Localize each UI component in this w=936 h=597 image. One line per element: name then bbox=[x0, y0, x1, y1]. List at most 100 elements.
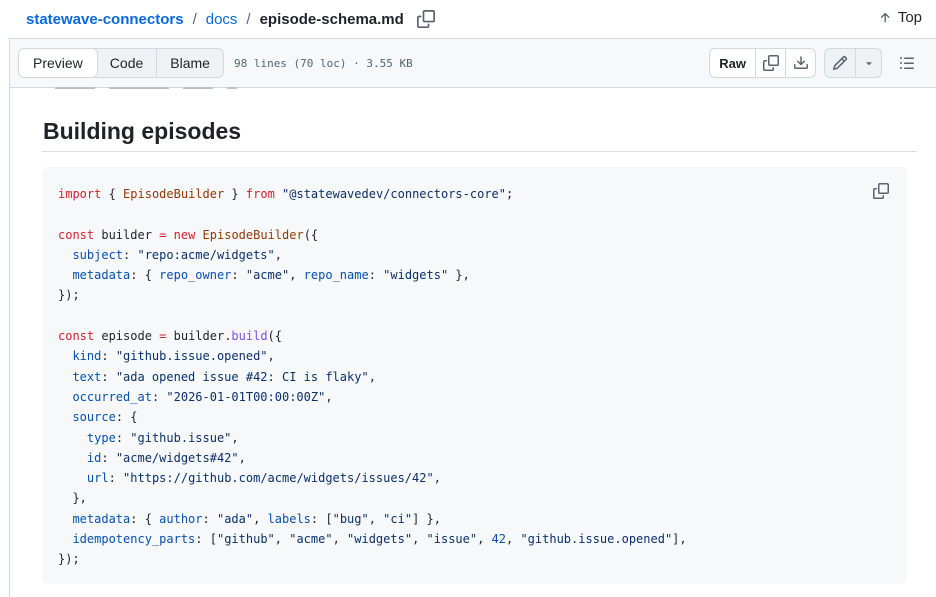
copy-path-button[interactable] bbox=[416, 9, 436, 29]
breadcrumb-separator: / bbox=[246, 10, 251, 28]
code-token: : bbox=[108, 471, 124, 486]
code-token: : bbox=[231, 268, 246, 283]
code-token: "2026-01-01T00:00:00Z" bbox=[166, 389, 326, 404]
code-token: occurred_at bbox=[72, 389, 152, 404]
code-line: import { EpisodeBuilder } from "@statewa… bbox=[58, 184, 687, 204]
file-toolbar: Preview Code Blame 98 lines (70 loc) · 3… bbox=[9, 38, 936, 88]
copy-code-button[interactable] bbox=[873, 183, 891, 201]
code-token: , bbox=[325, 389, 333, 404]
tab-preview[interactable]: Preview bbox=[18, 49, 98, 77]
code-token: , bbox=[433, 471, 441, 486]
code-token: "widgets" bbox=[347, 532, 413, 547]
code-token: }); bbox=[58, 288, 80, 303]
breadcrumb: statewave-connectors / docs / episode-sc… bbox=[0, 0, 936, 38]
code-token: id bbox=[86, 450, 102, 465]
code-token: build bbox=[231, 329, 268, 344]
code-token: : { bbox=[130, 511, 160, 526]
raw-button[interactable]: Raw bbox=[710, 49, 755, 77]
breadcrumb-file-name: episode-schema.md bbox=[259, 10, 404, 28]
clipped-previous-line bbox=[55, 87, 355, 91]
code-token: , bbox=[231, 430, 239, 445]
code-token: : bbox=[101, 450, 116, 465]
code-token: "@statewavedev/connectors-core" bbox=[282, 187, 506, 201]
code-line: }, bbox=[58, 488, 687, 508]
tab-code[interactable]: Code bbox=[97, 49, 158, 77]
code-token: const bbox=[58, 227, 95, 242]
code-token: : [ bbox=[310, 511, 333, 526]
code-token: ; bbox=[506, 187, 514, 201]
code-token: metadata bbox=[72, 268, 131, 283]
code-token: ] }, bbox=[412, 511, 441, 526]
code-token: : { bbox=[115, 410, 138, 425]
code-token: : bbox=[368, 268, 384, 283]
code-token: , bbox=[368, 511, 384, 526]
breadcrumb-folder-link[interactable]: docs bbox=[206, 11, 238, 28]
download-button[interactable] bbox=[785, 49, 815, 77]
code-token: from bbox=[245, 187, 275, 201]
code-token: 42 bbox=[491, 532, 506, 547]
copy-raw-button[interactable] bbox=[755, 49, 785, 77]
code-token: "repo:acme/widgets" bbox=[137, 247, 275, 262]
code-token: : { bbox=[130, 268, 160, 283]
code-token: metadata bbox=[72, 511, 131, 526]
code-line: type: "github.issue", bbox=[58, 428, 687, 448]
code-token: }, bbox=[58, 491, 87, 506]
copy-icon bbox=[873, 183, 889, 199]
code-token: "github" bbox=[216, 532, 275, 547]
code-token: EpisodeBuilder bbox=[123, 187, 225, 201]
copy-icon bbox=[416, 10, 435, 28]
code-token: "ci" bbox=[383, 511, 413, 526]
outline-button[interactable] bbox=[892, 48, 922, 78]
code-token: "ada" bbox=[216, 511, 254, 526]
code-token: url bbox=[86, 471, 109, 486]
tab-blame[interactable]: Blame bbox=[157, 49, 223, 77]
code-token: builder. bbox=[166, 329, 232, 344]
code-token: "issue" bbox=[426, 532, 478, 547]
code-token: "acme/widgets#42" bbox=[115, 450, 239, 465]
edit-options-dropdown[interactable] bbox=[855, 49, 881, 77]
code-token: , bbox=[332, 532, 348, 547]
code-line: const builder = new EpisodeBuilder({ bbox=[58, 225, 687, 245]
code-line: text: "ada opened issue #42: CI is flaky… bbox=[58, 367, 687, 387]
code-token: idempotency_parts bbox=[72, 532, 196, 547]
code-line: url: "https://github.com/acme/widgets/is… bbox=[58, 468, 687, 488]
code-line: id: "acme/widgets#42", bbox=[58, 448, 687, 468]
code-token: repo_owner bbox=[159, 268, 232, 283]
code-token: : bbox=[151, 389, 167, 404]
code-token: : bbox=[202, 511, 217, 526]
code-token: }, bbox=[448, 268, 470, 283]
code-line: }); bbox=[58, 285, 687, 305]
code-token: labels bbox=[267, 511, 311, 526]
edit-file-button[interactable] bbox=[825, 49, 855, 77]
code-token: builder bbox=[94, 227, 160, 242]
code-token: , bbox=[274, 247, 282, 262]
code-token: , bbox=[477, 532, 492, 547]
code-line: idempotency_parts: ["github", "acme", "w… bbox=[58, 529, 686, 549]
code-token: EpisodeBuilder bbox=[202, 227, 304, 242]
file-meta: 98 lines (70 loc) · 3.55 KB bbox=[233, 56, 413, 70]
code-line: metadata: { repo_owner: "acme", repo_nam… bbox=[58, 265, 687, 285]
top-button[interactable]: Top bbox=[878, 9, 922, 26]
heading-divider bbox=[42, 151, 917, 152]
code-token: const bbox=[58, 329, 95, 344]
view-mode-tabs: Preview Code Blame bbox=[18, 48, 224, 78]
code-token: "https://github.com/acme/widgets/issues/… bbox=[123, 471, 434, 486]
arrow-up-icon bbox=[880, 12, 890, 22]
code-line: source: { bbox=[58, 407, 687, 427]
breadcrumb-repo-link[interactable]: statewave-connectors bbox=[26, 11, 184, 28]
code-token: , bbox=[289, 268, 304, 283]
code-token: "github.issue.opened" bbox=[520, 532, 673, 547]
code-token: episode bbox=[94, 329, 160, 344]
code-token: : bbox=[115, 430, 131, 445]
code-token: "acme" bbox=[245, 268, 290, 283]
code-token: "ada opened issue #42: CI is flaky" bbox=[115, 369, 369, 384]
